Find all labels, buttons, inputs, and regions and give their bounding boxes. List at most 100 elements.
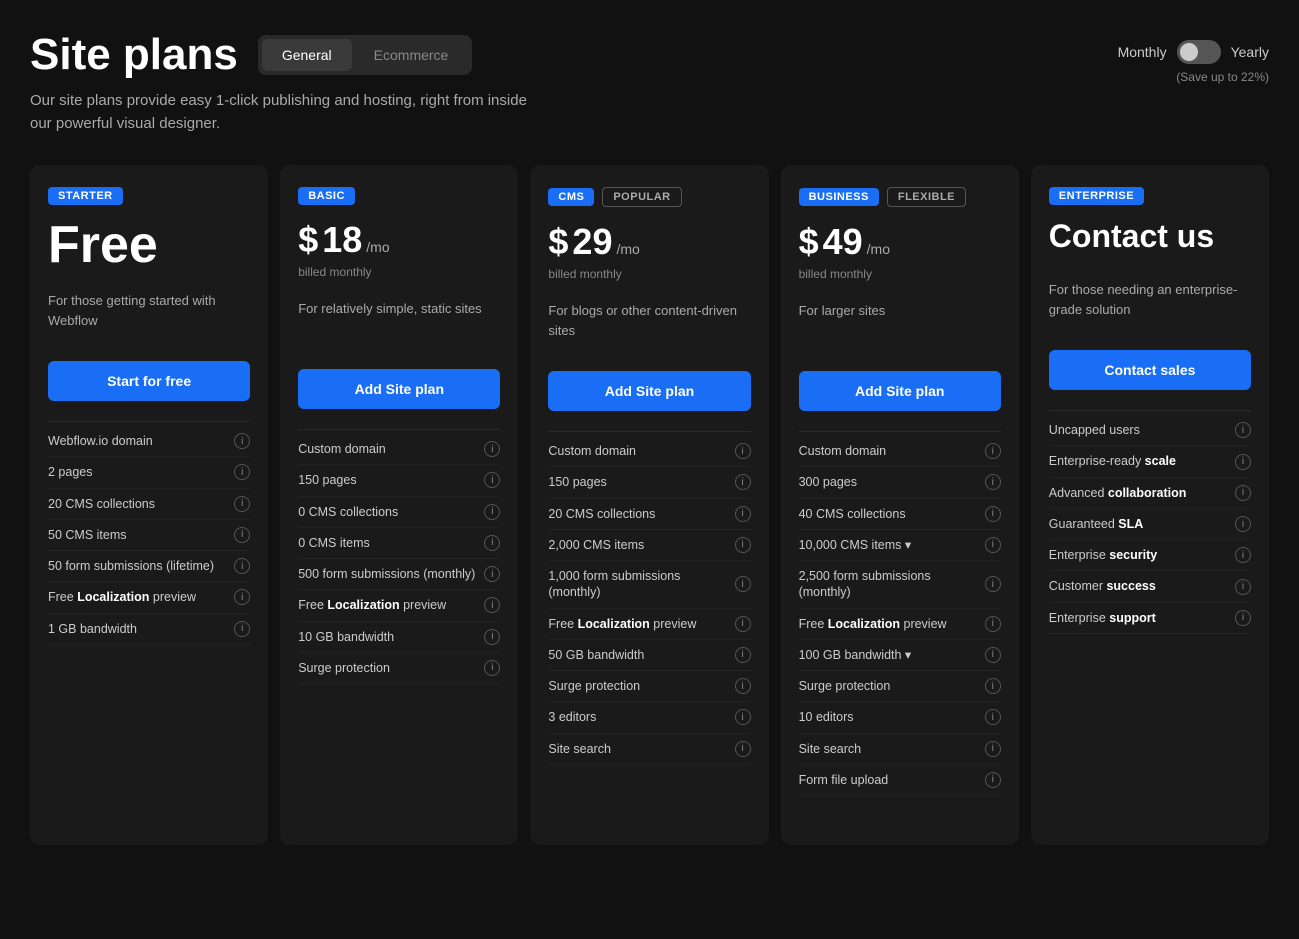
info-icon[interactable]: i — [1235, 454, 1251, 470]
features-list-business: Custom domain i 300 pages i 40 CMS colle… — [799, 431, 1001, 796]
info-icon[interactable]: i — [985, 772, 1001, 788]
feature-text: 300 pages — [799, 474, 979, 490]
info-icon[interactable]: i — [234, 558, 250, 574]
feature-item: 150 pages i — [548, 467, 750, 498]
info-icon[interactable]: i — [484, 441, 500, 457]
feature-text: Surge protection — [298, 660, 478, 676]
info-icon[interactable]: i — [985, 647, 1001, 663]
info-icon[interactable]: i — [1235, 579, 1251, 595]
feature-text: Site search — [548, 741, 728, 757]
info-icon[interactable]: i — [234, 464, 250, 480]
info-icon[interactable]: i — [1235, 610, 1251, 626]
chevron-down-icon: ▾ — [905, 538, 911, 552]
plan-cta-basic[interactable]: Add Site plan — [298, 369, 500, 409]
plan-cta-cms[interactable]: Add Site plan — [548, 371, 750, 411]
info-icon[interactable]: i — [985, 537, 1001, 553]
info-icon[interactable]: i — [1235, 547, 1251, 563]
plan-cta-business[interactable]: Add Site plan — [799, 371, 1001, 411]
feature-item: 1 GB bandwidth i — [48, 614, 250, 645]
feature-item: Custom domain i — [548, 436, 750, 467]
info-icon[interactable]: i — [1235, 485, 1251, 501]
info-icon[interactable]: i — [234, 527, 250, 543]
info-icon[interactable]: i — [735, 576, 751, 592]
tab-general[interactable]: General — [262, 39, 352, 71]
feature-text: Enterprise security — [1049, 547, 1229, 563]
info-icon[interactable]: i — [735, 474, 751, 490]
info-icon[interactable]: i — [484, 629, 500, 645]
tab-ecommerce[interactable]: Ecommerce — [354, 39, 469, 71]
feature-item: Free Localization preview i — [548, 609, 750, 640]
plan-badge-business: BUSINESS — [799, 188, 879, 206]
feature-item: Guaranteed SLA i — [1049, 509, 1251, 540]
feature-text: 1,000 form submissions (monthly) — [548, 568, 728, 601]
info-icon[interactable]: i — [234, 496, 250, 512]
feature-text: 10 editors — [799, 709, 979, 725]
info-icon[interactable]: i — [484, 504, 500, 520]
plan-description-enterprise: For those needing an enterprise-grade so… — [1049, 280, 1251, 330]
toggle-row: Monthly Yearly — [1118, 40, 1269, 64]
features-list-cms: Custom domain i 150 pages i 20 CMS colle… — [548, 431, 750, 765]
feature-text: Custom domain — [298, 441, 478, 457]
feature-text: 500 form submissions (monthly) — [298, 566, 478, 582]
info-icon[interactable]: i — [735, 709, 751, 725]
info-icon[interactable]: i — [735, 741, 751, 757]
plan-price-dollar: $ — [799, 221, 819, 263]
info-icon[interactable]: i — [985, 616, 1001, 632]
info-icon[interactable]: i — [735, 678, 751, 694]
info-icon[interactable]: i — [484, 597, 500, 613]
info-icon[interactable]: i — [985, 576, 1001, 592]
feature-item: Custom domain i — [298, 434, 500, 465]
feature-text: Surge protection — [799, 678, 979, 694]
info-icon[interactable]: i — [985, 443, 1001, 459]
page-title: Site plans — [30, 30, 238, 80]
info-icon[interactable]: i — [234, 433, 250, 449]
info-icon[interactable]: i — [484, 566, 500, 582]
feature-item: 2 pages i — [48, 457, 250, 488]
info-icon[interactable]: i — [985, 474, 1001, 490]
feature-item: Advanced collaboration i — [1049, 478, 1251, 509]
feature-item: Site search i — [548, 734, 750, 765]
info-icon[interactable]: i — [735, 647, 751, 663]
info-icon[interactable]: i — [234, 621, 250, 637]
feature-text: Enterprise-ready scale — [1049, 453, 1229, 469]
info-icon[interactable]: i — [735, 537, 751, 553]
info-icon[interactable]: i — [484, 660, 500, 676]
info-icon[interactable]: i — [484, 535, 500, 551]
plan-cta-starter[interactable]: Start for free — [48, 361, 250, 401]
info-icon[interactable]: i — [985, 741, 1001, 757]
info-icon[interactable]: i — [735, 443, 751, 459]
info-icon[interactable]: i — [234, 589, 250, 605]
plan-price-dollar: $ — [548, 221, 568, 263]
info-icon[interactable]: i — [1235, 422, 1251, 438]
plan-badge-starter: STARTER — [48, 187, 123, 205]
feature-item: Enterprise-ready scale i — [1049, 446, 1251, 477]
feature-item: 2,000 CMS items i — [548, 530, 750, 561]
header-left: Site plans General Ecommerce Our site pl… — [30, 30, 550, 135]
info-icon[interactable]: i — [735, 506, 751, 522]
yearly-label: Yearly — [1231, 44, 1269, 60]
plan-description-basic: For relatively simple, static sites — [298, 299, 500, 349]
feature-text: 0 CMS items — [298, 535, 478, 551]
billing-toggle-switch[interactable] — [1177, 40, 1221, 64]
plan-badge-row: CMSPOPULAR — [548, 187, 750, 207]
info-icon[interactable]: i — [985, 678, 1001, 694]
plan-price-free: Free — [48, 219, 250, 271]
feature-item: Enterprise support i — [1049, 603, 1251, 634]
info-icon[interactable]: i — [484, 472, 500, 488]
feature-item: Surge protection i — [298, 653, 500, 684]
feature-text: Site search — [799, 741, 979, 757]
plan-cta-enterprise[interactable]: Contact sales — [1049, 350, 1251, 390]
plan-price-row: $ 29 /mo — [548, 221, 750, 263]
info-icon[interactable]: i — [985, 709, 1001, 725]
plan-price-area: $ 29 /mo billed monthly — [548, 221, 750, 281]
billing-toggle-area: Monthly Yearly (Save up to 22%) — [1118, 40, 1269, 84]
monthly-label: Monthly — [1118, 44, 1167, 60]
info-icon[interactable]: i — [1235, 516, 1251, 532]
feature-text: Webflow.io domain — [48, 433, 228, 449]
plan-extra-badge-cms: POPULAR — [602, 187, 681, 207]
info-icon[interactable]: i — [735, 616, 751, 632]
feature-item: 0 CMS collections i — [298, 497, 500, 528]
info-icon[interactable]: i — [985, 506, 1001, 522]
feature-text: 150 pages — [298, 472, 478, 488]
plan-description-business: For larger sites — [799, 301, 1001, 351]
